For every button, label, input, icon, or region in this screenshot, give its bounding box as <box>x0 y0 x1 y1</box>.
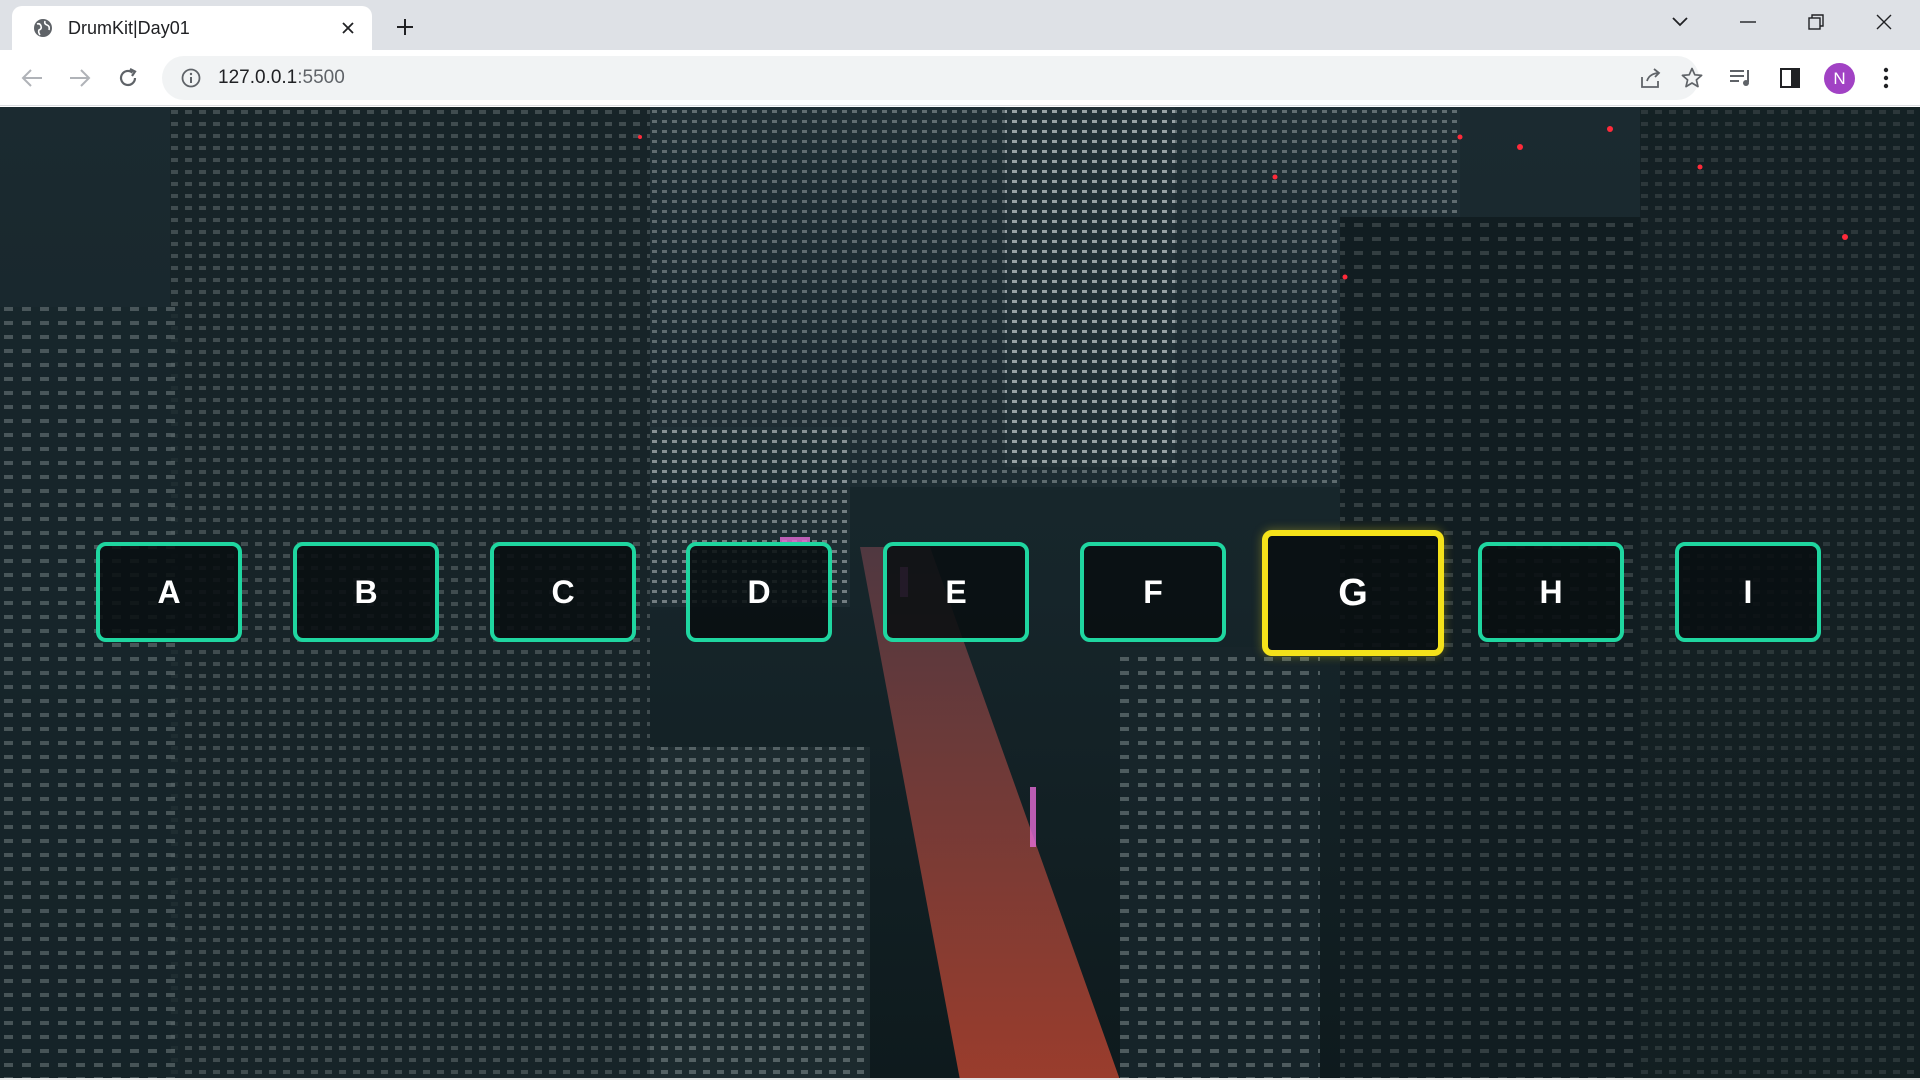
address-bar[interactable]: 127.0.0.1:5500 <box>162 56 1703 100</box>
url-host: 127.0.0.1 <box>218 67 298 88</box>
restore-icon[interactable] <box>1784 0 1848 44</box>
back-arrow-icon[interactable] <box>14 60 50 96</box>
tab-title: DrumKit|Day01 <box>68 17 190 38</box>
drum-key-d[interactable]: D <box>686 542 832 642</box>
url-port: :5500 <box>297 67 345 88</box>
media-playlist-icon[interactable] <box>1723 60 1759 96</box>
side-panel-icon[interactable] <box>1772 60 1808 96</box>
active-tab[interactable]: DrumKit|Day01 <box>12 6 372 50</box>
drum-key-a[interactable]: A <box>96 542 242 642</box>
drum-key-g[interactable]: G <box>1262 530 1444 656</box>
close-tab-icon[interactable] <box>334 14 362 42</box>
close-window-icon[interactable] <box>1852 0 1916 44</box>
tab-search-icon[interactable] <box>1648 0 1712 44</box>
drum-keys: A B C D E F G H I <box>0 107 1920 1080</box>
drum-key-e[interactable]: E <box>883 542 1029 642</box>
share-icon[interactable] <box>1635 62 1667 94</box>
new-tab-button[interactable] <box>388 10 422 44</box>
globe-icon <box>32 17 54 39</box>
drum-key-b[interactable]: B <box>293 542 439 642</box>
minimize-icon[interactable] <box>1716 0 1780 44</box>
page-viewport: A B C D E F G H I <box>0 107 1920 1080</box>
drum-key-label: B <box>354 573 378 610</box>
reload-icon[interactable] <box>110 60 146 96</box>
drum-key-label: E <box>945 573 967 610</box>
drum-key-i[interactable]: I <box>1675 542 1821 642</box>
browser-toolbar: 127.0.0.1:5500 N <box>0 50 1920 106</box>
drum-key-c[interactable]: C <box>490 542 636 642</box>
drum-key-label: I <box>1743 573 1753 610</box>
drum-key-f[interactable]: F <box>1080 542 1226 642</box>
tab-strip: DrumKit|Day01 <box>0 0 1920 50</box>
drum-key-h[interactable]: H <box>1478 542 1624 642</box>
forward-arrow-icon[interactable] <box>62 60 98 96</box>
drum-key-label: F <box>1143 573 1163 610</box>
bookmark-star-icon[interactable] <box>1676 62 1708 94</box>
drum-key-label: A <box>157 573 181 610</box>
drum-key-label: D <box>747 573 771 610</box>
drum-key-label: H <box>1539 573 1563 610</box>
drum-key-label: C <box>551 573 575 610</box>
site-info-icon[interactable] <box>178 65 204 91</box>
url-text: 127.0.0.1:5500 <box>218 67 345 89</box>
menu-kebab-icon[interactable] <box>1868 60 1904 96</box>
drum-key-label: G <box>1338 571 1368 614</box>
profile-avatar[interactable]: N <box>1824 63 1855 94</box>
